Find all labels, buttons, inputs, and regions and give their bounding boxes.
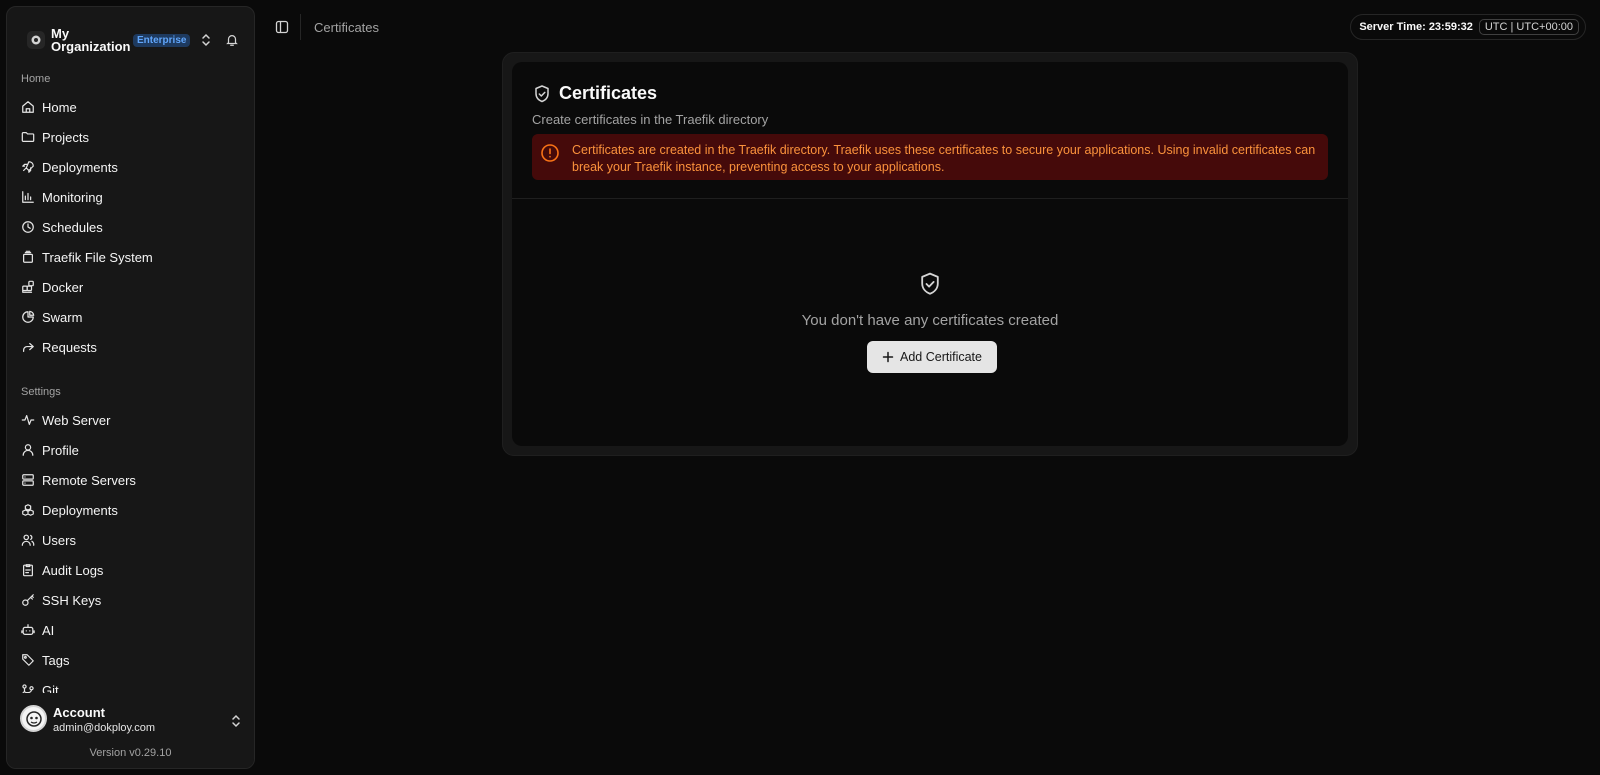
sidebar-item-label: Web Server <box>42 412 111 428</box>
sidebar-item-label: Audit Logs <box>42 562 104 578</box>
forward-icon <box>21 340 35 354</box>
sidebar-settings-item-tags[interactable]: Tags <box>15 647 247 673</box>
account-name: Account <box>53 705 105 720</box>
server-icon <box>21 473 35 487</box>
breadcrumb[interactable]: Certificates <box>314 20 379 35</box>
sidebar-settings-item-audit-logs[interactable]: Audit Logs <box>15 557 247 583</box>
avatar <box>20 705 47 732</box>
home-section-label: Home <box>21 73 51 85</box>
sidebar-item-label: Deployments <box>42 159 118 175</box>
sidebar-settings-item-remote-servers[interactable]: Remote Servers <box>15 467 247 493</box>
sidebar-item-label: AI <box>42 622 55 638</box>
sidebar-settings-item-ssh-keys[interactable]: SSH Keys <box>15 587 247 613</box>
server-time: Server Time: 23:59:32 <box>1359 21 1473 33</box>
add-certificate-label: Add Certificate <box>900 350 982 364</box>
certificates-panel: Certificates Create certificates in the … <box>512 62 1348 446</box>
file-stack-icon <box>21 250 35 264</box>
users-icon <box>21 533 35 547</box>
org-name: My Organization <box>51 26 131 54</box>
sidebar-item-label: SSH Keys <box>42 592 102 608</box>
warning-alert: Certificates are created in the Traefik … <box>532 134 1328 180</box>
chart-icon <box>21 190 35 204</box>
page-subtitle: Create certificates in the Traefik direc… <box>532 112 769 127</box>
add-certificate-button[interactable]: Add Certificate <box>867 341 997 373</box>
blocks-icon <box>21 280 35 294</box>
sidebar-item-label: Projects <box>42 129 89 145</box>
sidebar-item-label: Deployments <box>42 502 118 518</box>
shield-check-icon <box>532 84 552 104</box>
sidebar-settings-item-ai[interactable]: AI <box>15 617 247 643</box>
sidebar-item-label: Users <box>42 532 76 548</box>
enterprise-badge: Enterprise <box>133 33 191 47</box>
sidebar-item-monitoring[interactable]: Monitoring <box>15 184 247 210</box>
bell-icon[interactable] <box>225 33 239 47</box>
sidebar-settings-item-deployments[interactable]: Deployments <box>15 497 247 523</box>
sidebar-item-label: Profile <box>42 442 79 458</box>
plus-icon <box>882 351 894 363</box>
sidebar-item-schedules[interactable]: Schedules <box>15 214 247 240</box>
sidebar-item-label: Requests <box>42 339 97 355</box>
sidebar-item-traefik-file-system[interactable]: Traefik File System <box>15 244 247 270</box>
sidebar-item-docker[interactable]: Docker <box>15 274 247 300</box>
sidebar-item-projects[interactable]: Projects <box>15 124 247 150</box>
timezone-badge: UTC | UTC+00:00 <box>1478 19 1579 35</box>
account-menu[interactable]: Account admin@dokploy.com Version v0.29.… <box>7 693 254 768</box>
tags-icon <box>21 653 35 667</box>
sidebar-item-label: Tags <box>42 652 70 668</box>
org-switcher[interactable]: My Organization Enterprise <box>20 21 241 59</box>
sidebar-toggle-icon[interactable] <box>275 20 289 34</box>
clipboard-icon <box>21 563 35 577</box>
card-header: Certificates Create certificates in the … <box>512 62 1348 199</box>
key-icon <box>21 593 35 607</box>
pie-icon <box>21 310 35 324</box>
bot-icon <box>21 623 35 637</box>
sidebar-settings-item-web-server[interactable]: Web Server <box>15 407 247 433</box>
alert-circle-icon <box>540 143 560 163</box>
sidebar-settings-item-users[interactable]: Users <box>15 527 247 553</box>
sidebar-item-swarm[interactable]: Swarm <box>15 304 247 330</box>
sidebar-item-label: Docker <box>42 279 84 295</box>
sidebar-item-label: Schedules <box>42 219 103 235</box>
alert-text: Certificates are created in the Traefik … <box>572 143 1316 174</box>
sidebar-item-home[interactable]: Home <box>15 94 247 120</box>
boxes-icon <box>21 503 35 517</box>
org-logo-icon <box>27 31 45 49</box>
page-title: Certificates <box>532 83 657 104</box>
folder-icon <box>21 130 35 144</box>
sidebar-item-label: Monitoring <box>42 189 103 205</box>
settings-section-label: Settings <box>21 386 61 398</box>
sidebar-item-label: Remote Servers <box>42 472 136 488</box>
empty-state-text: You don't have any certificates created <box>801 312 1059 329</box>
user-icon <box>21 443 35 457</box>
sidebar-item-deployments[interactable]: Deployments <box>15 154 247 180</box>
divider <box>300 14 301 40</box>
shield-check-icon <box>512 270 1348 298</box>
sidebar-item-label: Swarm <box>42 309 83 325</box>
sidebar-settings-item-profile[interactable]: Profile <box>15 437 247 463</box>
certificates-card: Certificates Create certificates in the … <box>502 52 1358 456</box>
activity-icon <box>21 413 35 427</box>
server-time-indicator: Server Time: 23:59:32 UTC | UTC+00:00 <box>1350 14 1586 40</box>
chevrons-up-down-icon <box>230 714 242 728</box>
sidebar-item-label: Home <box>42 99 77 115</box>
sidebar-item-label: Traefik File System <box>42 249 153 265</box>
page-title-text: Certificates <box>559 83 658 103</box>
version-label: Version v0.29.10 <box>89 747 172 759</box>
sidebar: My Organization Enterprise Home Home Proj… <box>6 6 255 769</box>
chevrons-up-down-icon <box>200 33 212 47</box>
rocket-icon <box>21 160 35 174</box>
account-email: admin@dokploy.com <box>53 722 156 734</box>
clock-icon <box>21 220 35 234</box>
sidebar-item-requests[interactable]: Requests <box>15 334 247 360</box>
house-icon <box>21 100 35 114</box>
